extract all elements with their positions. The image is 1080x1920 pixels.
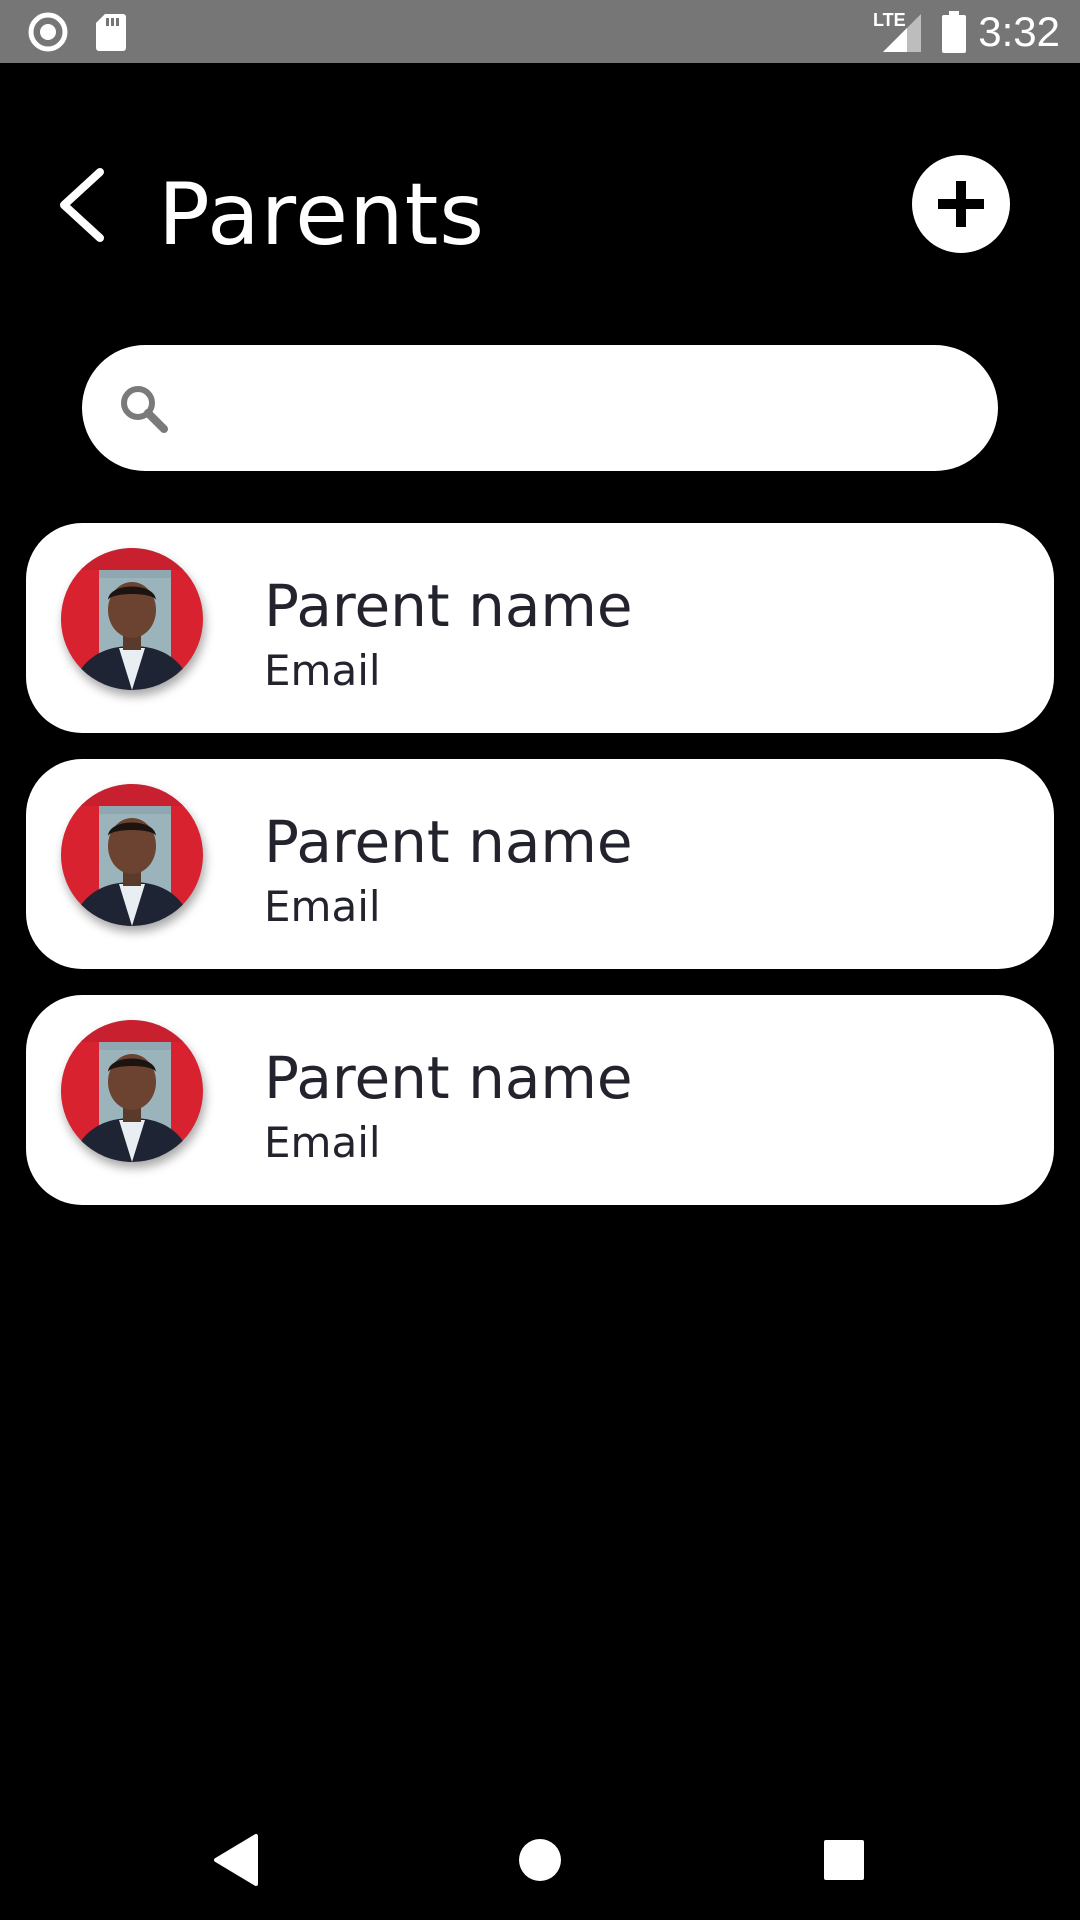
search-icon <box>121 386 168 433</box>
screen: LTE 3:32 Parents Parent name Email Paren… <box>0 0 1080 1920</box>
search-input[interactable] <box>192 363 956 455</box>
recents-square-icon <box>824 1840 864 1880</box>
back-triangle-icon <box>214 1834 258 1886</box>
parent-name: Parent name <box>264 1044 633 1112</box>
parent-name: Parent name <box>264 808 633 876</box>
avatar <box>61 548 203 690</box>
plus-icon <box>938 181 984 227</box>
nav-recents-button[interactable] <box>814 1830 874 1890</box>
parent-list: Parent name Email Parent name Email Pare… <box>26 523 1054 1231</box>
parent-email: Email <box>264 1118 381 1167</box>
parent-list-item[interactable]: Parent name Email <box>26 995 1054 1205</box>
page-title: Parents <box>158 165 486 265</box>
add-parent-button[interactable] <box>912 155 1010 253</box>
nav-back-button[interactable] <box>206 1830 266 1890</box>
back-button[interactable] <box>50 160 120 250</box>
home-circle-icon <box>519 1839 561 1881</box>
avatar <box>61 784 203 926</box>
parent-email: Email <box>264 646 381 695</box>
sd-card-icon <box>96 14 126 51</box>
avatar-photo <box>61 548 203 690</box>
parent-email: Email <box>264 882 381 931</box>
parent-name: Parent name <box>264 572 633 640</box>
nav-home-button[interactable] <box>510 1830 570 1890</box>
lte-signal-icon <box>883 14 921 52</box>
search-bar[interactable] <box>82 345 998 471</box>
status-time: 3:32 <box>978 8 1060 55</box>
avatar <box>61 1020 203 1162</box>
chevron-left-icon <box>60 168 104 242</box>
nav-bar <box>0 1800 1080 1920</box>
battery-icon <box>942 11 966 53</box>
parent-list-item[interactable]: Parent name Email <box>26 759 1054 969</box>
record-icon <box>28 12 68 52</box>
parent-list-item[interactable]: Parent name Email <box>26 523 1054 733</box>
avatar-photo <box>61 784 203 926</box>
avatar-photo <box>61 1020 203 1162</box>
status-bar: LTE 3:32 <box>0 0 1080 63</box>
